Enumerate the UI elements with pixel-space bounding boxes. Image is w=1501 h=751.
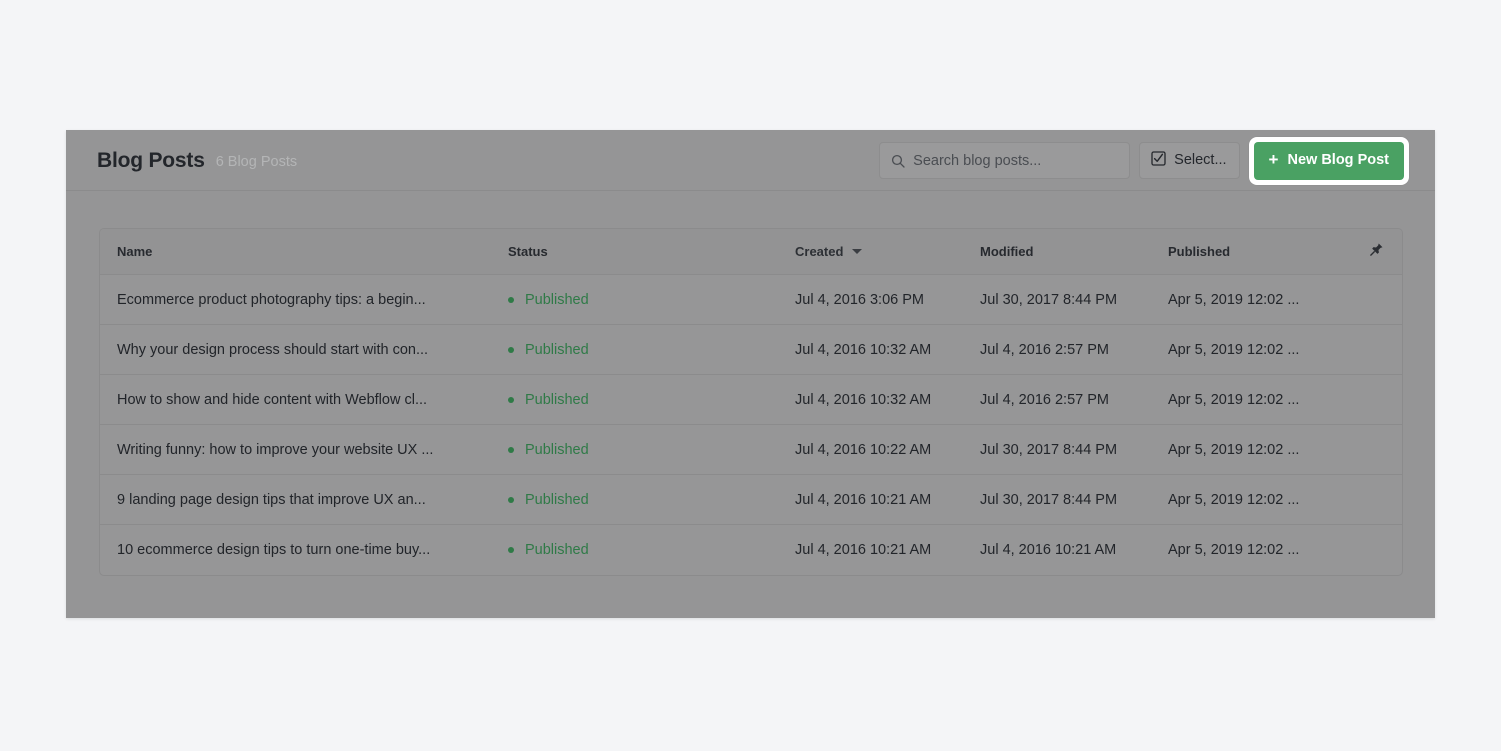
cell-name: How to show and hide content with Webflo…	[100, 392, 508, 408]
title-group: Blog Posts 6 Blog Posts	[97, 130, 297, 191]
table-row[interactable]: Why your design process should start wit…	[100, 325, 1402, 375]
cell-created: Jul 4, 2016 10:21 AM	[795, 492, 980, 508]
page-title: Blog Posts	[97, 150, 205, 171]
checkbox-checked-icon	[1151, 151, 1166, 171]
cell-modified: Jul 4, 2016 2:57 PM	[980, 342, 1168, 358]
cell-modified: Jul 30, 2017 8:44 PM	[980, 492, 1168, 508]
panel-header: Blog Posts 6 Blog Posts	[66, 130, 1435, 191]
table-row[interactable]: How to show and hide content with Webflo…	[100, 375, 1402, 425]
select-button-label: Select...	[1174, 153, 1226, 168]
cell-status: Published	[508, 392, 795, 408]
blog-posts-panel: Blog Posts 6 Blog Posts	[66, 130, 1435, 618]
status-badge: Published	[525, 542, 589, 558]
status-badge: Published	[525, 392, 589, 408]
cell-name: 10 ecommerce design tips to turn one-tim…	[100, 542, 508, 558]
cell-modified: Jul 30, 2017 8:44 PM	[980, 292, 1168, 308]
new-blog-post-label: New Blog Post	[1287, 153, 1389, 168]
cell-status: Published	[508, 492, 795, 508]
column-header-created-label: Created	[795, 244, 843, 259]
cell-modified: Jul 4, 2016 10:21 AM	[980, 542, 1168, 558]
table-row[interactable]: Ecommerce product photography tips: a be…	[100, 275, 1402, 325]
cell-published: Apr 5, 2019 12:02 ...	[1168, 542, 1363, 558]
cell-modified: Jul 4, 2016 2:57 PM	[980, 392, 1168, 408]
cell-name: Ecommerce product photography tips: a be…	[100, 292, 508, 308]
cell-modified: Jul 30, 2017 8:44 PM	[980, 442, 1168, 458]
cell-published: Apr 5, 2019 12:02 ...	[1168, 492, 1363, 508]
table-body: Ecommerce product photography tips: a be…	[100, 275, 1402, 575]
cell-status: Published	[508, 342, 795, 358]
status-dot-icon	[508, 347, 514, 353]
cell-created: Jul 4, 2016 10:21 AM	[795, 542, 980, 558]
status-badge: Published	[525, 492, 589, 508]
cell-created: Jul 4, 2016 10:22 AM	[795, 442, 980, 458]
status-badge: Published	[525, 442, 589, 458]
cell-published: Apr 5, 2019 12:02 ...	[1168, 342, 1363, 358]
status-dot-icon	[508, 297, 514, 303]
cell-created: Jul 4, 2016 3:06 PM	[795, 292, 980, 308]
sort-descending-icon	[852, 249, 862, 254]
column-header-status[interactable]: Status	[508, 244, 795, 259]
cell-name: Writing funny: how to improve your websi…	[100, 442, 508, 458]
cell-name: Why your design process should start wit…	[100, 342, 508, 358]
cell-created: Jul 4, 2016 10:32 AM	[795, 342, 980, 358]
new-blog-post-highlight: + New Blog Post	[1249, 137, 1409, 185]
table-row[interactable]: Writing funny: how to improve your websi…	[100, 425, 1402, 475]
pushpin-icon	[1369, 242, 1384, 262]
column-header-modified[interactable]: Modified	[980, 244, 1168, 259]
record-count: 6 Blog Posts	[216, 152, 297, 170]
header-actions: Select... + New Blog Post	[879, 130, 1409, 191]
search-box[interactable]	[879, 142, 1130, 179]
table-header-row: Name Status Created Modified Published	[100, 229, 1402, 275]
cell-published: Apr 5, 2019 12:02 ...	[1168, 392, 1363, 408]
table-row[interactable]: 10 ecommerce design tips to turn one-tim…	[100, 525, 1402, 575]
status-dot-icon	[508, 547, 514, 553]
cell-published: Apr 5, 2019 12:02 ...	[1168, 292, 1363, 308]
cell-created: Jul 4, 2016 10:32 AM	[795, 392, 980, 408]
blog-posts-table: Name Status Created Modified Published E…	[99, 228, 1403, 576]
column-header-name[interactable]: Name	[100, 244, 508, 259]
column-header-published[interactable]: Published	[1168, 244, 1363, 259]
search-input[interactable]	[913, 143, 1118, 178]
plus-icon: +	[1269, 151, 1279, 168]
status-dot-icon	[508, 447, 514, 453]
cell-published: Apr 5, 2019 12:02 ...	[1168, 442, 1363, 458]
status-dot-icon	[508, 397, 514, 403]
search-icon	[891, 154, 905, 168]
status-dot-icon	[508, 497, 514, 503]
cell-name: 9 landing page design tips that improve …	[100, 492, 508, 508]
select-button[interactable]: Select...	[1139, 142, 1239, 179]
status-badge: Published	[525, 292, 589, 308]
column-header-created[interactable]: Created	[795, 244, 980, 259]
cell-status: Published	[508, 292, 795, 308]
new-blog-post-button[interactable]: + New Blog Post	[1254, 142, 1404, 180]
cell-status: Published	[508, 442, 795, 458]
cell-status: Published	[508, 542, 795, 558]
pin-column-button[interactable]	[1363, 242, 1402, 262]
table-row[interactable]: 9 landing page design tips that improve …	[100, 475, 1402, 525]
status-badge: Published	[525, 342, 589, 358]
